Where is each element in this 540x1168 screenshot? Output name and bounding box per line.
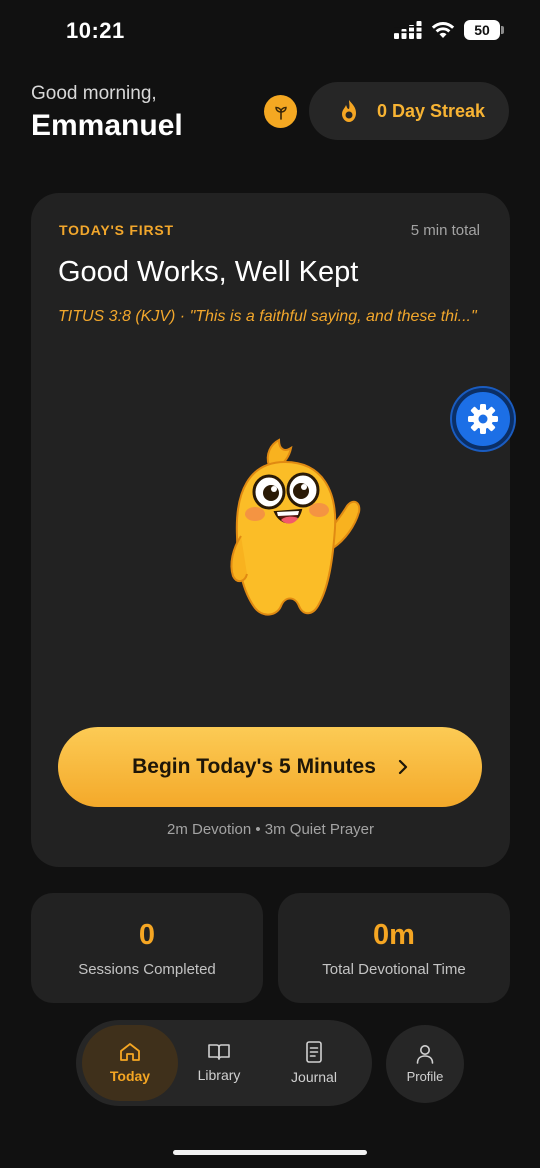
document-icon	[306, 1041, 322, 1063]
streak-label: 0 Day Streak	[377, 100, 486, 121]
devotion-title: Good Works, Well Kept	[58, 256, 359, 288]
tab-library[interactable]: Library	[184, 1025, 254, 1101]
battery-indicator: 50	[464, 20, 504, 40]
flame-icon	[342, 100, 356, 122]
wifi-icon	[431, 22, 455, 38]
sessions-completed-card: 0 Sessions Completed	[31, 893, 263, 1003]
begin-session-label: Begin Today's 5 Minutes	[132, 755, 376, 778]
begin-session-button[interactable]: Begin Today's 5 Minutes	[58, 727, 482, 807]
person-icon	[416, 1045, 434, 1064]
tab-library-label: Library	[197, 1067, 241, 1083]
streak-pill[interactable]: 0 Day Streak	[309, 82, 509, 140]
sessions-completed-value: 0	[138, 919, 156, 951]
status-icons: 50	[394, 20, 504, 40]
home-indicator	[173, 1150, 367, 1155]
bottom-tab-bar: Today Library Journal	[76, 1020, 372, 1106]
tab-journal[interactable]: Journal	[276, 1025, 352, 1101]
tab-journal-label: Journal	[291, 1069, 337, 1085]
devotional-time-card: 0m Total Devotional Time	[278, 893, 510, 1003]
tab-profile-label: Profile	[406, 1069, 444, 1084]
total-duration: 5 min total	[410, 222, 480, 239]
tab-profile[interactable]: Profile	[386, 1025, 464, 1103]
seedling-badge[interactable]	[264, 95, 297, 128]
settings-fab[interactable]	[452, 388, 514, 450]
tab-today-label: Today	[109, 1068, 151, 1084]
cellular-signal-icon	[394, 21, 422, 39]
status-time: 10:21	[66, 18, 125, 43]
gear-icon	[468, 404, 498, 434]
tab-today[interactable]: Today	[82, 1025, 178, 1101]
card-kicker: TODAY'S FIRST	[59, 222, 174, 238]
devotional-time-label: Total Devotional Time	[322, 961, 466, 978]
seedling-icon	[274, 106, 287, 120]
greeting-text: Good morning,	[31, 83, 157, 104]
sessions-completed-label: Sessions Completed	[78, 961, 216, 978]
user-name: Emmanuel	[31, 109, 183, 142]
battery-level: 50	[474, 22, 490, 38]
session-breakdown: 2m Devotion • 3m Quiet Prayer	[167, 821, 374, 838]
chevron-right-icon	[398, 759, 408, 775]
mascot-illustration	[230, 438, 361, 616]
status-bar: 10:21 50	[0, 0, 540, 64]
home-icon	[120, 1043, 140, 1061]
book-icon	[208, 1044, 230, 1060]
today-devotion-card: TODAY'S FIRST 5 min total Good Works, We…	[31, 193, 510, 867]
devotional-time-value: 0m	[373, 919, 415, 951]
scripture-verse: TITUS 3:8 (KJV) · "This is a faithful sa…	[58, 308, 477, 325]
